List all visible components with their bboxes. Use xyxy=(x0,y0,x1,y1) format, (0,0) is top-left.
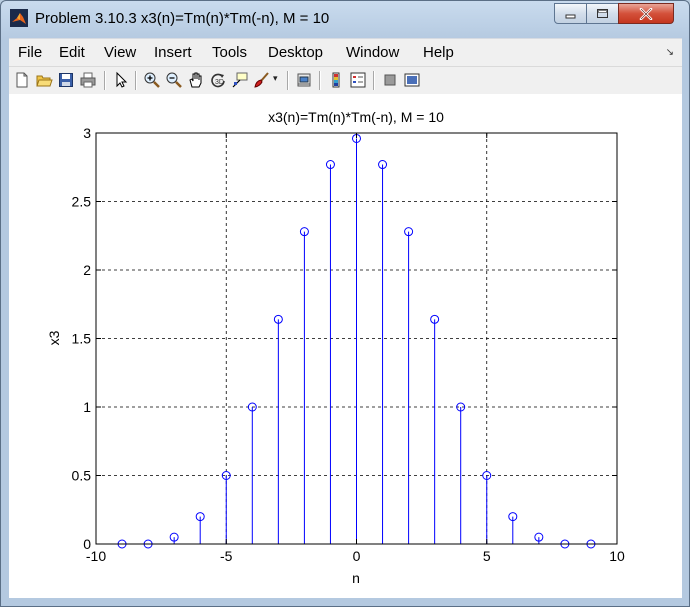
minimize-icon xyxy=(565,14,575,18)
menu-help[interactable]: Help xyxy=(423,44,454,61)
x-tick-label: 5 xyxy=(483,548,491,564)
zoom-out-icon[interactable] xyxy=(165,71,183,89)
cursor-arrow-icon[interactable] xyxy=(112,71,130,89)
toolbar-separator xyxy=(135,71,137,90)
menu-bar: File Edit View Insert Tools Desktop Wind… xyxy=(9,38,682,67)
y-axis-label: x3 xyxy=(46,330,62,345)
stem-plot[interactable]: x3(n)=Tm(n)*Tm(-n), M = 10 n x3 -10 -5 0 5 1… xyxy=(9,94,682,598)
stem-series xyxy=(117,133,596,549)
menu-insert[interactable]: Insert xyxy=(154,44,192,61)
new-file-icon[interactable] xyxy=(13,71,31,89)
hide-tools-icon[interactable] xyxy=(381,71,399,89)
rotate-icon[interactable]: 3D xyxy=(209,71,227,89)
show-tools-icon[interactable] xyxy=(403,71,421,89)
data-cursor-icon[interactable] xyxy=(231,71,249,89)
close-icon xyxy=(639,7,653,20)
y-tick-label: 1.5 xyxy=(72,331,92,347)
close-button[interactable] xyxy=(618,3,674,24)
y-tick-label: 3 xyxy=(83,125,91,141)
menu-desktop[interactable]: Desktop xyxy=(268,44,323,61)
menu-dock-arrow-icon[interactable]: ↘ xyxy=(666,47,674,58)
menu-edit[interactable]: Edit xyxy=(59,44,85,61)
menu-file[interactable]: File xyxy=(18,44,42,61)
minimize-button[interactable] xyxy=(554,3,587,24)
maximize-icon xyxy=(597,9,608,18)
menu-window[interactable]: Window xyxy=(346,44,399,61)
x-tick-label: -5 xyxy=(220,548,233,564)
title-bar[interactable]: Problem 3.10.3 x3(n)=Tm(n)*Tm(-n), M = 1… xyxy=(1,1,689,35)
figure-window: Problem 3.10.3 x3(n)=Tm(n)*Tm(-n), M = 1… xyxy=(0,0,690,607)
brush-icon[interactable] xyxy=(253,71,271,89)
hand-icon[interactable] xyxy=(187,71,205,89)
menu-view[interactable]: View xyxy=(104,44,136,61)
toolbar-separator xyxy=(287,71,289,90)
plot-title: x3(n)=Tm(n)*Tm(-n), M = 10 xyxy=(268,109,444,125)
save-icon[interactable] xyxy=(57,71,75,89)
svg-text:3D: 3D xyxy=(215,79,224,86)
toolbar-separator xyxy=(319,71,321,90)
link-icon[interactable] xyxy=(295,71,313,89)
x-tick-label: 10 xyxy=(609,548,625,564)
figure-canvas: x3(n)=Tm(n)*Tm(-n), M = 10 n x3 -10 -5 0 5 1… xyxy=(9,94,682,598)
printer-icon[interactable] xyxy=(79,71,97,89)
folder-open-icon[interactable] xyxy=(35,71,53,89)
matlab-logo-icon xyxy=(10,9,28,27)
figure-toolbar: 3D ▾ xyxy=(9,66,682,95)
x-tick-label: 0 xyxy=(353,548,361,564)
x-axis-label: n xyxy=(352,570,360,586)
y-tick-label: 0 xyxy=(83,536,91,552)
colorbar-icon[interactable] xyxy=(327,71,345,89)
brush-dropdown-icon[interactable]: ▾ xyxy=(273,73,278,84)
axis-ticks: -10 -5 0 5 1000.511.522.53 xyxy=(72,125,625,564)
window-title: Problem 3.10.3 x3(n)=Tm(n)*Tm(-n), M = 1… xyxy=(35,10,330,27)
legend-icon[interactable] xyxy=(349,71,367,89)
y-tick-label: 2.5 xyxy=(72,194,92,210)
menu-tools[interactable]: Tools xyxy=(212,44,247,61)
toolbar-separator xyxy=(104,71,106,90)
zoom-in-icon[interactable] xyxy=(143,71,161,89)
maximize-button[interactable] xyxy=(586,3,619,24)
toolbar-separator xyxy=(373,71,375,90)
y-tick-label: 2 xyxy=(83,262,91,278)
y-tick-label: 1 xyxy=(83,399,91,415)
y-tick-label: 0.5 xyxy=(72,468,92,484)
